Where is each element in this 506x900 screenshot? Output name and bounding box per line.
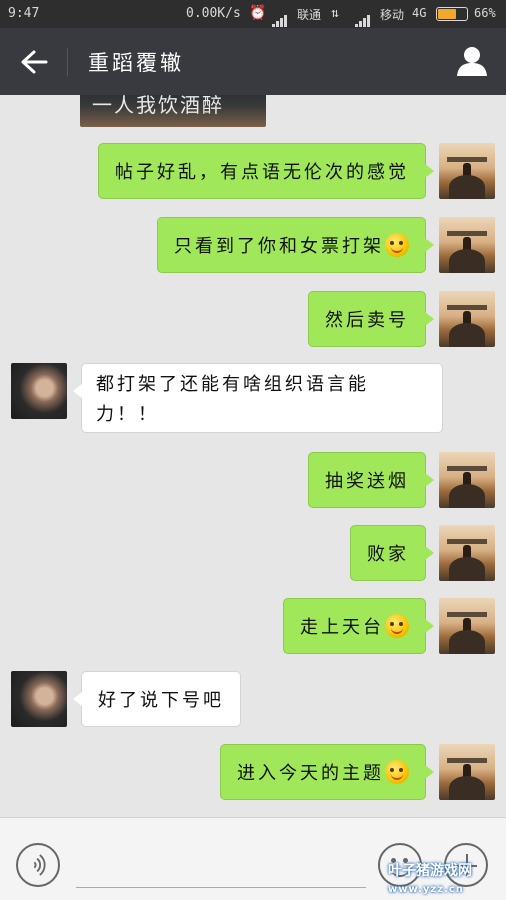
message-text: 败家 (367, 544, 409, 565)
person-icon[interactable] (456, 46, 488, 76)
smiley-emoji-icon (385, 614, 409, 638)
status-time: 9:47 (8, 6, 40, 21)
status-net-speed: 0.00K/s (186, 6, 241, 21)
image-message[interactable]: 一人我饮酒醉 (80, 95, 266, 127)
my-avatar[interactable] (439, 525, 495, 581)
status-carrier-1: 联通 (297, 8, 322, 22)
watermark: 叶子猪游戏网 www.yzz.cn (388, 860, 472, 896)
message-text: 走上天台 (300, 617, 384, 638)
data-arrows-icon: ⇅ (331, 6, 339, 21)
voice-icon[interactable] (16, 843, 60, 887)
contact-avatar[interactable] (11, 363, 67, 419)
message-text: 进入今天的主题 (237, 763, 384, 784)
smiley-emoji-icon (385, 233, 409, 257)
battery-icon (436, 7, 468, 21)
watermark-text: 叶子猪游戏网 (388, 863, 472, 879)
chat-header: 重蹈覆辙 (0, 28, 506, 95)
status-bar: 9:47 0.00K/s ⏰ 联通 ⇅ 移动 4G 66% (0, 0, 506, 28)
input-bar: 叶子猪游戏网 www.yzz.cn (0, 817, 506, 900)
message-text: 只看到了你和女票打架 (174, 236, 384, 257)
message-text: 都打架了还能有啥组织语言能力！！ (96, 374, 369, 425)
chat-title: 重蹈覆辙 (88, 51, 184, 75)
contact-avatar[interactable] (11, 671, 67, 727)
my-message-bubble[interactable]: 抽奖送烟 (308, 452, 434, 508)
header-divider (67, 48, 68, 76)
my-message-bubble[interactable]: 进入今天的主题 (220, 744, 434, 800)
image-caption: 一人我饮酒醉 (92, 95, 224, 117)
status-battery-percent: 66% (474, 6, 496, 20)
message-text: 然后卖号 (325, 310, 409, 331)
my-avatar[interactable] (439, 744, 495, 800)
message-text: 好了说下号吧 (98, 690, 224, 711)
smiley-emoji-icon (385, 760, 409, 784)
message-text: 帖子好乱，有点语无伦次的感觉 (115, 162, 409, 183)
watermark-url: www.yzz.cn (388, 884, 464, 895)
my-avatar[interactable] (439, 217, 495, 273)
message-list[interactable]: 一人我饮酒醉 帖子好乱，有点语无伦次的感觉只看到了你和女票打架然后卖号都打架了还… (0, 95, 506, 817)
contact-message-bubble[interactable]: 好了说下号吧 (73, 671, 241, 727)
my-avatar[interactable] (439, 598, 495, 654)
message-input[interactable] (76, 842, 366, 888)
contact-message-bubble[interactable]: 都打架了还能有啥组织语言能力！！ (73, 363, 443, 433)
alarm-icon: ⏰ (249, 5, 267, 21)
status-network: 4G (412, 6, 427, 20)
my-message-bubble[interactable]: 帖子好乱，有点语无伦次的感觉 (98, 143, 434, 199)
my-message-bubble[interactable]: 败家 (350, 525, 434, 581)
my-avatar[interactable] (439, 452, 495, 508)
my-avatar[interactable] (439, 143, 495, 199)
my-message-bubble[interactable]: 然后卖号 (308, 291, 434, 347)
message-text: 抽奖送烟 (325, 471, 409, 492)
my-avatar[interactable] (439, 291, 495, 347)
my-message-bubble[interactable]: 只看到了你和女票打架 (157, 217, 434, 273)
my-message-bubble[interactable]: 走上天台 (283, 598, 434, 654)
arrow-left-icon[interactable] (18, 48, 50, 76)
status-carrier-2: 移动 (380, 8, 405, 22)
